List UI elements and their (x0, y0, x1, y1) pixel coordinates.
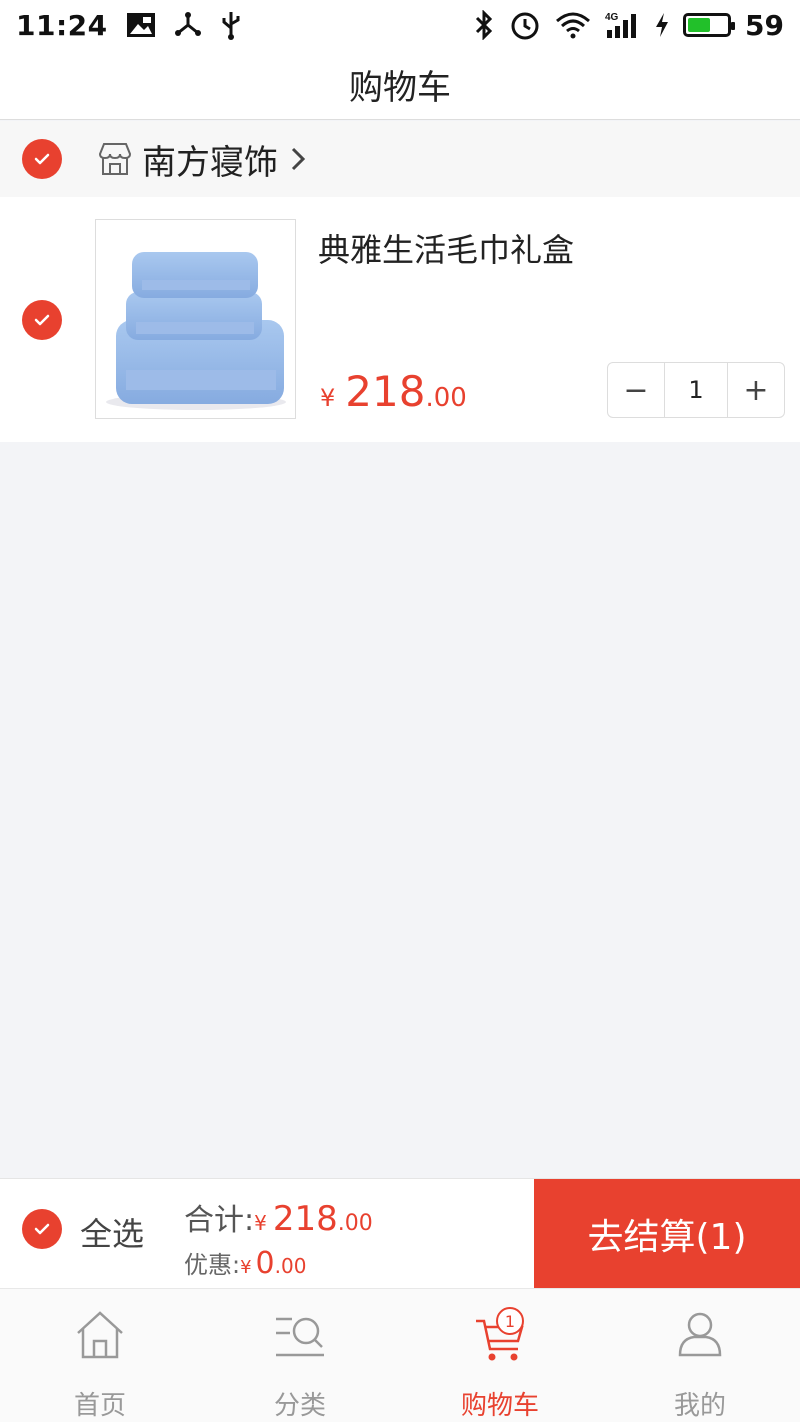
shop-checkbox[interactable] (22, 139, 62, 179)
checkout-button[interactable]: 去结算(1) (534, 1179, 800, 1289)
discount-amount: 优惠: ¥ 0 .00 (184, 1245, 306, 1281)
tab-cart-label: 购物车 (460, 1391, 539, 1421)
item-checkbox[interactable] (22, 300, 62, 340)
wifi-icon (556, 12, 591, 39)
status-time: 11:24 (16, 8, 108, 42)
shop-header[interactable]: 南方寝饰 (0, 121, 800, 197)
select-all-checkbox[interactable] (22, 1209, 62, 1249)
category-search-icon (276, 1317, 324, 1357)
towel-image (106, 252, 286, 410)
home-icon (77, 1311, 123, 1359)
discount-decimal: .00 (274, 1254, 307, 1278)
cart-icon: 1 (472, 1307, 528, 1363)
status-bar: 11:24 4G 59 (0, 0, 800, 50)
discount-currency: ¥ (240, 1257, 252, 1278)
connection-icon (174, 12, 201, 36)
quantity-stepper: − 1 + (607, 362, 785, 418)
discount-integer: 0 (255, 1246, 275, 1281)
status-notification-icons (126, 10, 242, 40)
charging-icon (656, 13, 669, 37)
total-currency: ¥ (254, 1211, 267, 1235)
checkmark-icon (34, 1223, 50, 1235)
checkmark-icon (34, 153, 50, 165)
battery-fill (688, 18, 711, 32)
usb-icon (222, 12, 240, 40)
quantity-value[interactable]: 1 (664, 363, 728, 417)
page-title: 购物车 (349, 68, 451, 108)
shop-name[interactable]: 南方寝饰 (142, 135, 278, 184)
user-icon (678, 1312, 722, 1357)
total-amount: 合计: ¥ 218 .00 (184, 1195, 373, 1239)
chevron-right-icon[interactable] (288, 144, 308, 174)
increase-button[interactable]: + (728, 363, 784, 417)
tab-cart[interactable]: 1 购物车 (400, 1289, 600, 1422)
cart-badge: 1 (496, 1307, 524, 1335)
product-price: ¥ 218 .00 (320, 367, 467, 416)
cart-item: 典雅生活毛巾礼盒 ¥ 218 .00 − 1 + (0, 197, 800, 442)
tab-profile-label: 我的 (673, 1391, 726, 1421)
decrease-button[interactable]: − (608, 363, 664, 417)
tab-home-label: 首页 (73, 1391, 126, 1421)
battery-icon (683, 13, 736, 37)
tab-profile[interactable]: 我的 (600, 1289, 800, 1422)
price-decimal: .00 (425, 383, 467, 413)
status-system-icons: 4G 59 (473, 9, 784, 42)
checkmark-icon (34, 314, 50, 326)
checkout-summary-bar: 全选 合计: ¥ 218 .00 优惠: ¥ 0 .00 去结算(1) (0, 1178, 800, 1289)
bluetooth-icon (475, 10, 493, 40)
select-all-label[interactable]: 全选 (80, 1209, 144, 1255)
product-thumbnail[interactable] (95, 219, 296, 419)
bottom-tab-bar: 首页 分类 1 购物车 我的 (0, 1288, 800, 1422)
store-icon (98, 143, 132, 175)
total-integer: 218 (272, 1199, 338, 1239)
tab-category[interactable]: 分类 (200, 1289, 400, 1422)
total-decimal: .00 (337, 1211, 373, 1236)
alarm-icon (511, 12, 539, 40)
battery-level: 59 (745, 8, 784, 42)
tab-home[interactable]: 首页 (0, 1289, 200, 1422)
image-icon (126, 13, 155, 37)
discount-label: 优惠: (184, 1251, 241, 1279)
price-currency: ¥ (320, 384, 336, 412)
tab-category-label: 分类 (273, 1391, 326, 1421)
svg-text:4G: 4G (605, 12, 619, 23)
signal-4g-icon: 4G (605, 12, 637, 38)
product-title[interactable]: 典雅生活毛巾礼盒 (318, 225, 574, 271)
price-integer: 218 (345, 367, 426, 416)
total-label: 合计: (184, 1203, 255, 1238)
title-bar: 购物车 (0, 50, 800, 120)
